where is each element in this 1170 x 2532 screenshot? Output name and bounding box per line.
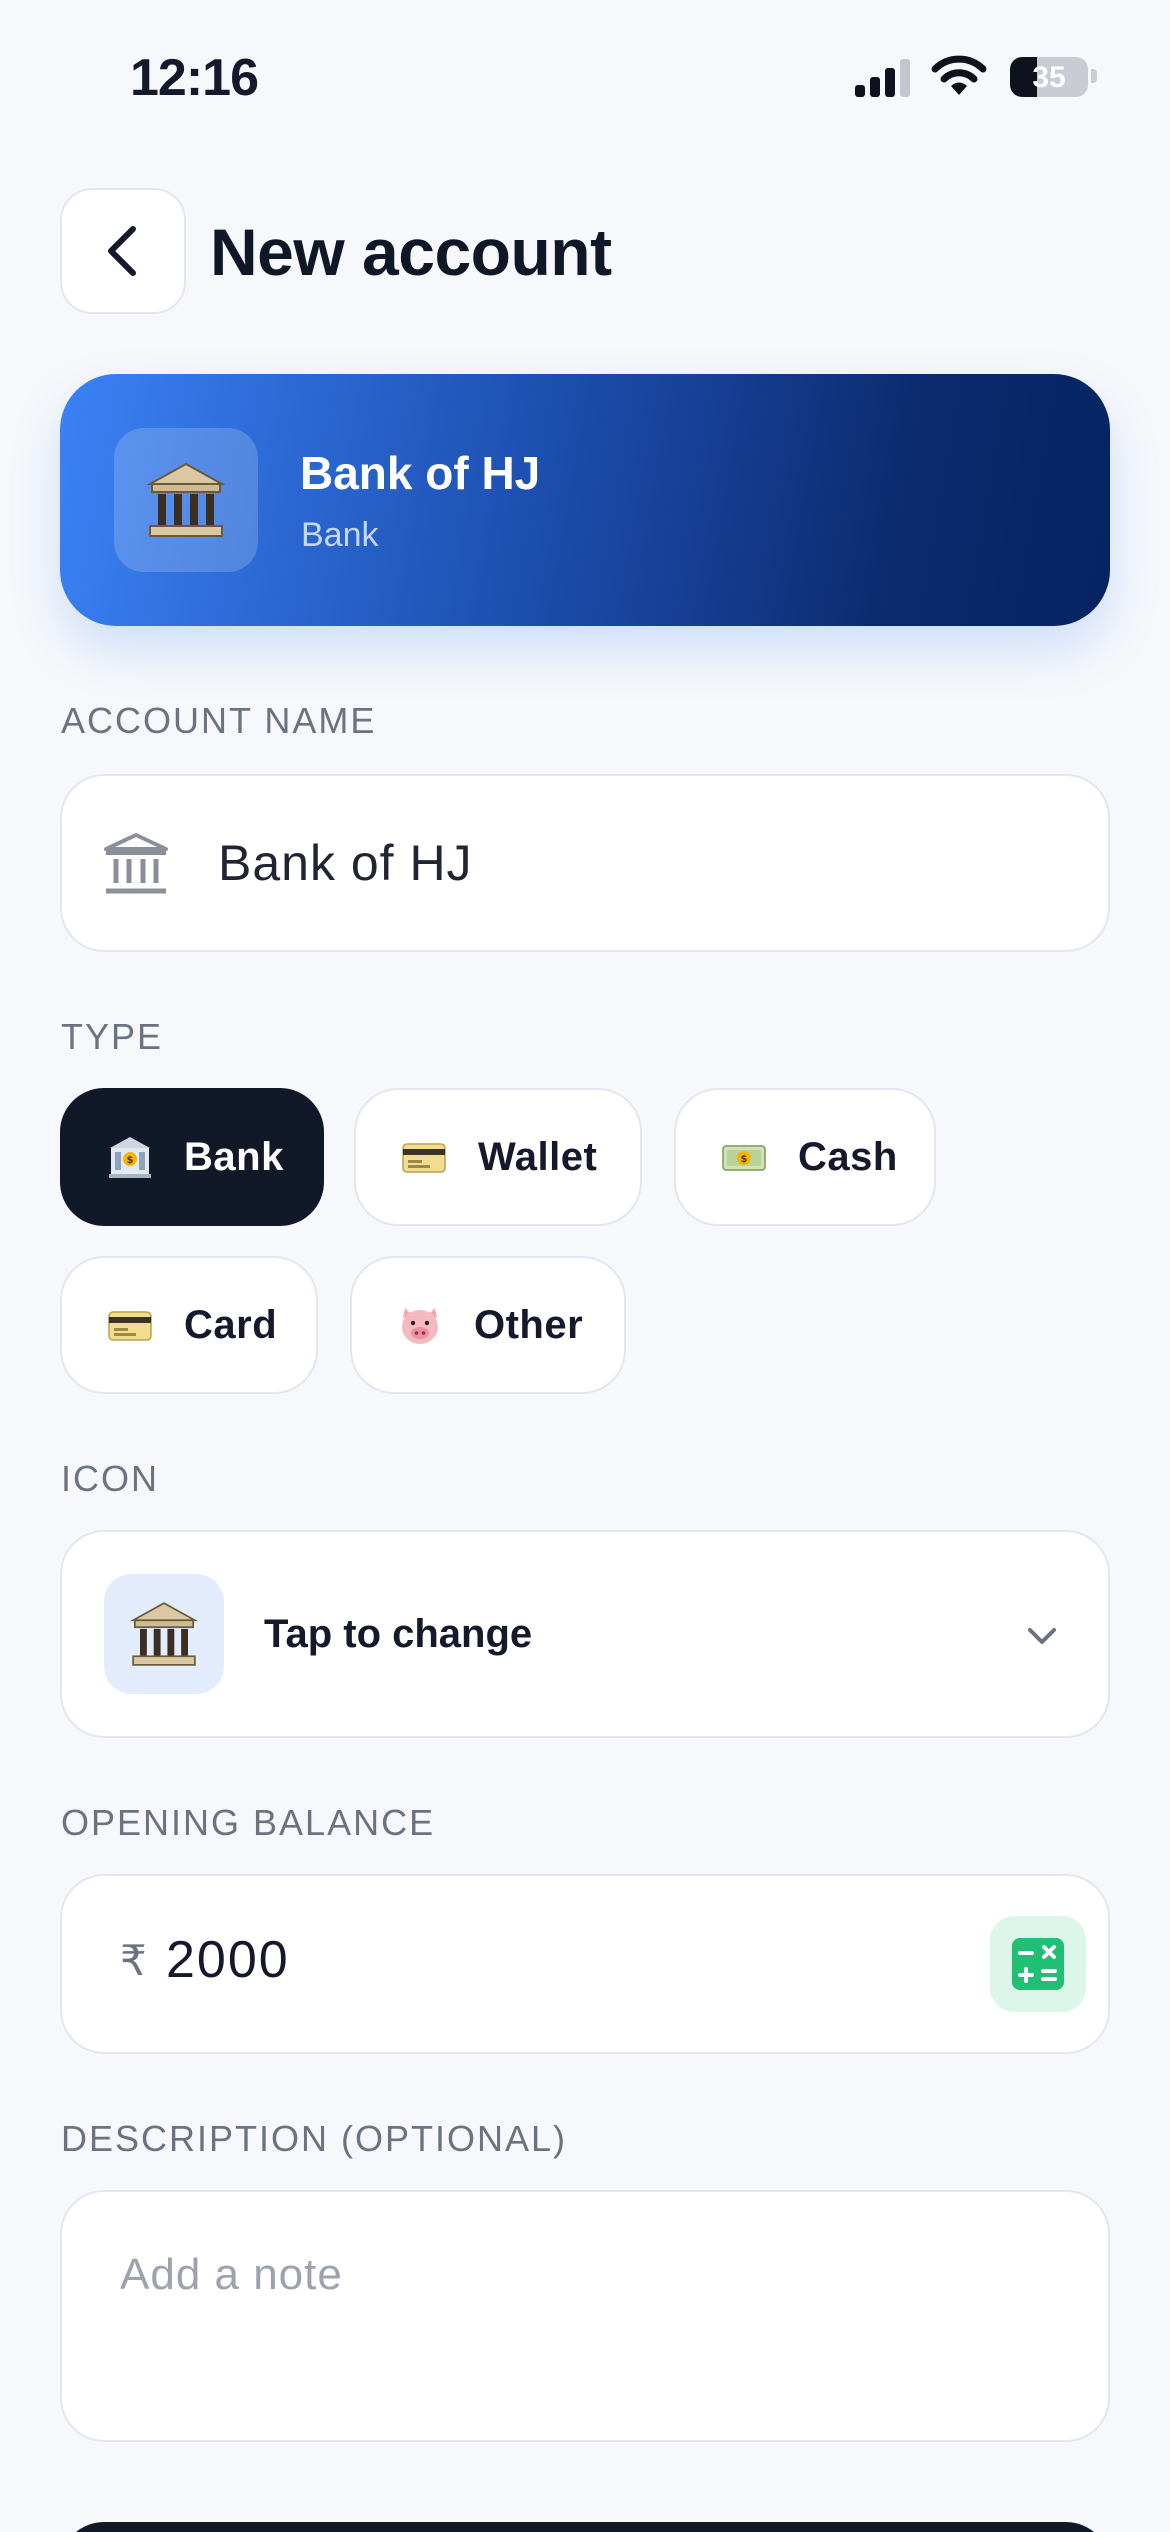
type-chip-bank[interactable]: $ Bank	[60, 1088, 324, 1226]
icon-picker-hint: Tap to change	[264, 1612, 533, 1656]
type-label: TYPE	[61, 1016, 164, 1057]
type-chip-label: Wallet	[478, 1134, 598, 1179]
credit-card-icon	[400, 1133, 448, 1181]
description-field[interactable]	[60, 2190, 1110, 2442]
save-account-button[interactable]	[60, 2522, 1110, 2532]
bank-icon	[146, 462, 226, 537]
account-preview-card: Bank of HJ Bank	[60, 374, 1110, 626]
status-time: 12:16	[130, 49, 259, 107]
icon-preview-tile	[104, 1574, 224, 1694]
account-name-field[interactable]: Bank of HJ	[60, 774, 1110, 952]
opening-balance-value[interactable]: 2000	[166, 1930, 290, 1990]
bank-building-icon: $	[106, 1133, 154, 1181]
type-chip-label: Cash	[798, 1134, 898, 1179]
type-chip-cash[interactable]: $ Cash	[674, 1088, 936, 1226]
icon-label: ICON	[61, 1458, 159, 1499]
preview-account-type: Bank	[301, 516, 379, 554]
wifi-icon	[931, 55, 987, 95]
cellular-signal-icon	[855, 59, 910, 97]
battery-nub	[1091, 69, 1097, 83]
type-chip-other[interactable]: Other	[350, 1256, 626, 1394]
preview-icon-tile	[114, 428, 258, 572]
bank-outline-icon	[104, 833, 168, 894]
opening-balance-field[interactable]: ₹ 2000	[60, 1874, 1110, 2054]
description-label: DESCRIPTION (OPTIONAL)	[61, 2118, 568, 2159]
calculator-button[interactable]	[990, 1916, 1086, 2012]
battery-icon: 35	[1010, 57, 1088, 97]
calculator-icon	[1012, 1938, 1064, 1990]
icon-picker-field[interactable]: Tap to change	[60, 1530, 1110, 1738]
svg-text:$: $	[741, 1154, 748, 1165]
account-name-label: ACCOUNT NAME	[61, 700, 377, 741]
chevron-down-icon	[1028, 1628, 1056, 1644]
type-chip-label: Other	[474, 1302, 584, 1347]
status-icons: 35	[855, 55, 1097, 101]
preview-account-name: Bank of HJ	[300, 447, 541, 499]
battery-percent: 35	[1032, 61, 1066, 94]
opening-balance-label: OPENING BALANCE	[61, 1802, 436, 1843]
back-button[interactable]	[60, 188, 186, 314]
banknote-icon: $	[720, 1133, 768, 1181]
type-chip-wallet[interactable]: Wallet	[354, 1088, 642, 1226]
type-chip-label: Card	[184, 1302, 278, 1347]
page-title: New account	[210, 215, 612, 289]
chevron-left-icon	[108, 226, 136, 276]
svg-text:$: $	[127, 1155, 134, 1166]
pig-face-icon	[396, 1301, 444, 1349]
bank-icon	[129, 1602, 199, 1666]
account-name-value[interactable]: Bank of HJ	[218, 834, 473, 892]
type-chip-label: Bank	[184, 1134, 284, 1179]
description-input[interactable]	[120, 2250, 1050, 2300]
currency-symbol: ₹	[120, 1937, 147, 1984]
credit-card-icon	[106, 1301, 154, 1349]
type-chip-card[interactable]: Card	[60, 1256, 318, 1394]
